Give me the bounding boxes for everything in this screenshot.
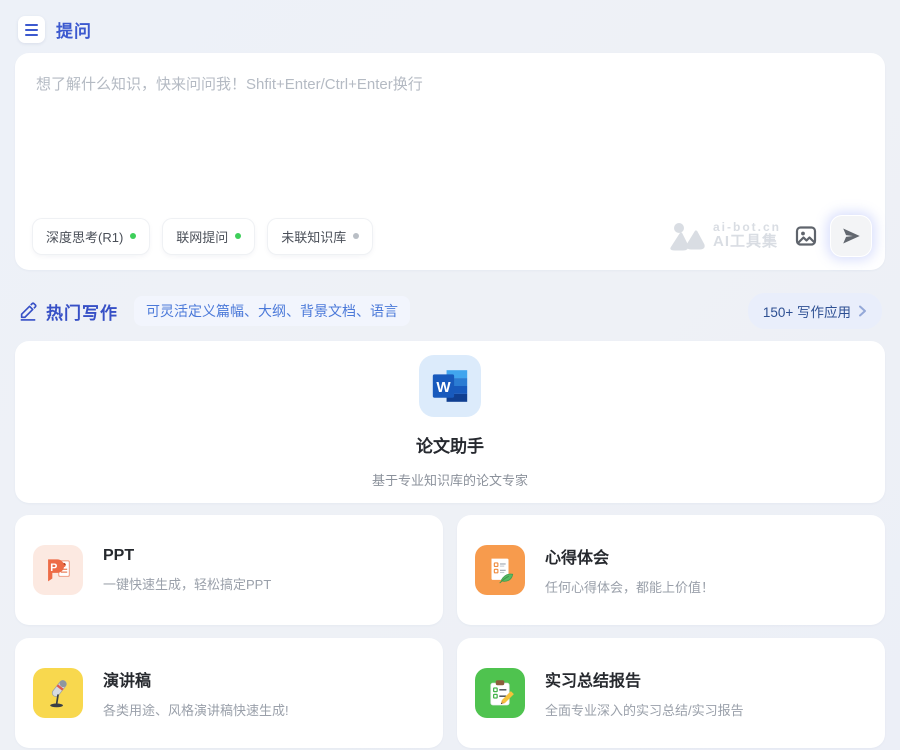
app-card-ppt[interactable]: P PPT 一键快速生成，轻松搞定PPT	[15, 515, 443, 625]
app-card-internship-report[interactable]: 实习总结报告 全面专业深入的实习总结/实习报告	[457, 638, 885, 748]
prompt-toolbar: 深度思考(R1) 联网提问 未联知识库	[33, 216, 871, 256]
app-subtitle: 各类用途、风格演讲稿快速生成!	[103, 700, 289, 719]
status-dot	[235, 233, 241, 239]
send-button[interactable]	[831, 216, 871, 256]
app-title: 心得体会	[545, 544, 714, 568]
app-title: 实习总结报告	[545, 667, 744, 691]
featured-app-card-paper-assistant[interactable]: W 论文助手 基于专业知识库的论文专家	[15, 341, 885, 503]
app-subtitle: 全面专业深入的实习总结/实习报告	[545, 700, 744, 719]
more-label: 150+ 写作应用	[763, 301, 851, 321]
app-title: PPT	[103, 547, 271, 565]
featured-title: 论文助手	[416, 432, 484, 457]
toggle-label: 深度思考(R1)	[46, 227, 123, 246]
hamburger-icon	[25, 24, 38, 26]
ai-bot-logo-icon	[670, 221, 706, 251]
hamburger-menu-button[interactable]	[18, 16, 45, 43]
word-logo-icon: W	[419, 355, 481, 417]
app-subtitle: 任何心得体会，都能上价值！	[545, 577, 714, 596]
attach-image-button[interactable]	[794, 224, 818, 248]
page-title: 提问	[56, 17, 92, 42]
prompt-actions: ai-bot.cn AI工具集	[670, 216, 871, 256]
prompt-input-card[interactable]: 想了解什么知识，快来问问我！Shfit+Enter/Ctrl+Enter换行 深…	[15, 53, 885, 270]
toggle-label: 联网提问	[176, 227, 228, 246]
image-icon	[794, 224, 818, 248]
more-writing-apps-button[interactable]: 150+ 写作应用	[748, 293, 882, 329]
toggle-deep-think[interactable]: 深度思考(R1)	[33, 219, 149, 254]
status-dot	[130, 233, 136, 239]
clipboard-icon	[475, 668, 525, 718]
powerpoint-icon: P	[33, 545, 83, 595]
featured-subtitle: 基于专业知识库的论文专家	[372, 470, 528, 489]
hot-writing-section-header: 热门写作 可灵活定义篇幅、大纲、背景文档、语言 150+ 写作应用	[18, 293, 882, 329]
svg-text:P: P	[50, 562, 57, 574]
toggle-knowledge-base[interactable]: 未联知识库	[268, 219, 372, 254]
writing-apps-grid: P PPT 一键快速生成，轻松搞定PPT 心得体会 任何心得体会，都能上价	[15, 515, 885, 750]
watermark-name: AI工具集	[713, 234, 781, 251]
app-subtitle: 一键快速生成，轻松搞定PPT	[103, 574, 271, 593]
app-title: 演讲稿	[103, 667, 289, 691]
toggle-label: 未联知识库	[281, 227, 346, 246]
send-icon	[840, 225, 862, 247]
app-card-reflections[interactable]: 心得体会 任何心得体会，都能上价值！	[457, 515, 885, 625]
section-subtitle: 可灵活定义篇幅、大纲、背景文档、语言	[134, 296, 410, 326]
notes-leaf-icon	[475, 545, 525, 595]
toggle-web-search[interactable]: 联网提问	[163, 219, 254, 254]
svg-text:W: W	[436, 379, 451, 396]
chevron-right-icon	[858, 305, 867, 317]
prompt-placeholder: 想了解什么知识，快来问问我！Shfit+Enter/Ctrl+Enter换行	[36, 73, 865, 94]
app-card-speech[interactable]: 演讲稿 各类用途、风格演讲稿快速生成!	[15, 638, 443, 748]
watermark: ai-bot.cn AI工具集	[670, 221, 781, 251]
microphone-icon	[33, 668, 83, 718]
pencil-edit-icon	[18, 301, 38, 321]
section-title: 热门写作	[46, 299, 118, 324]
toggle-row: 深度思考(R1) 联网提问 未联知识库	[33, 219, 372, 254]
status-dot	[353, 233, 359, 239]
topbar: 提问	[0, 0, 900, 43]
